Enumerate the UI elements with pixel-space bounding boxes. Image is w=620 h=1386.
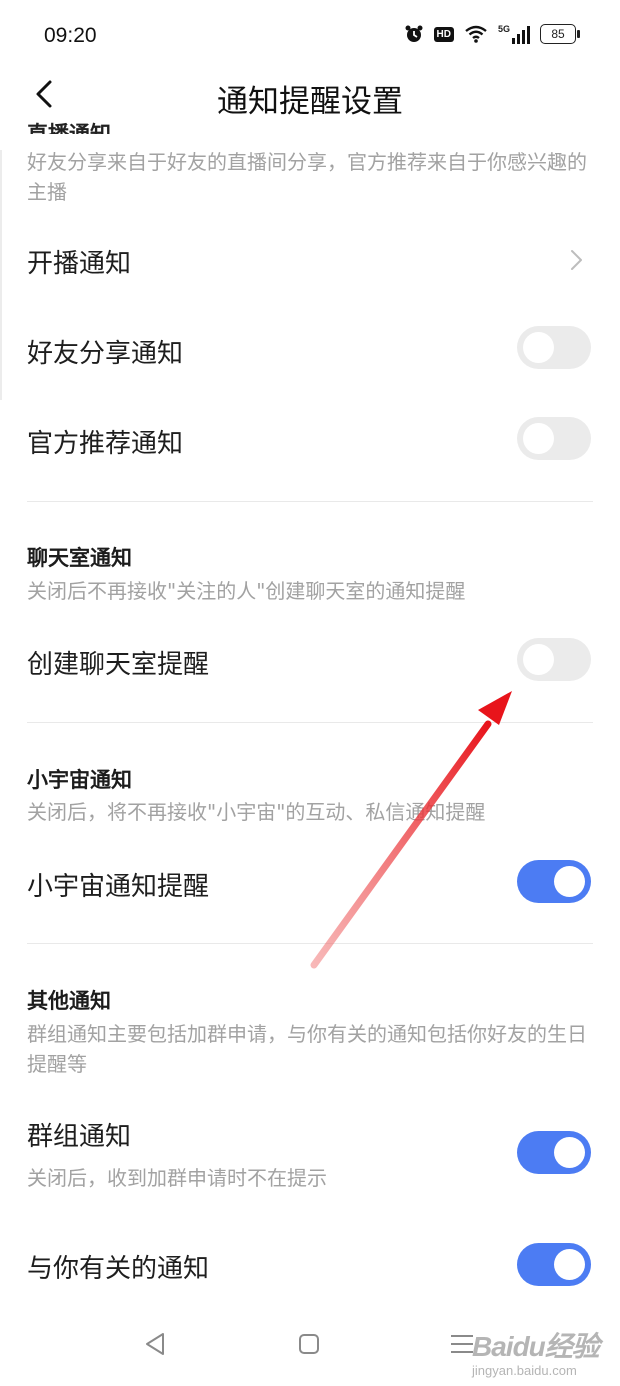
battery-icon: 85	[540, 24, 580, 44]
status-icons: HD 5G 85	[404, 24, 580, 44]
group-notification-toggle[interactable]	[517, 1131, 591, 1174]
group-notification-sublabel: 关闭后，收到加群申请时不在提示	[27, 1166, 327, 1190]
create-chatroom-reminder-label: 创建聊天室提醒	[27, 650, 210, 680]
toggle-knob	[554, 1137, 585, 1168]
related-notification-label: 与你有关的通知	[27, 1254, 210, 1284]
toggle-knob	[554, 866, 585, 897]
scroll-rail	[0, 150, 2, 400]
signal-5g-label: 5G	[497, 24, 510, 34]
other-section-title: 其他通知	[27, 989, 111, 1013]
status-time: 09:20	[44, 24, 97, 47]
alarm-icon	[405, 25, 423, 42]
nav-home-button[interactable]	[287, 1322, 331, 1366]
toggle-knob	[523, 332, 554, 363]
section-divider	[27, 722, 593, 723]
live-section-title: 直播通知	[27, 122, 111, 134]
toggle-knob	[523, 644, 554, 675]
status-bar: 09:20 HD 5G 85	[0, 0, 620, 70]
create-chatroom-toggle[interactable]	[517, 638, 591, 681]
live-section-description: 好友分享来自于好友的直播间分享，官方推荐来自于你感兴趣的主播	[27, 150, 587, 204]
official-recommend-notification-label: 官方推荐通知	[27, 429, 184, 459]
universe-notification-toggle[interactable]	[517, 860, 591, 903]
toggle-knob	[554, 1249, 585, 1280]
live-start-notification-label: 开播通知	[27, 249, 132, 279]
universe-section-title: 小宇宙通知	[27, 768, 132, 792]
friend-share-notification-label: 好友分享通知	[27, 339, 184, 369]
section-divider	[27, 943, 593, 944]
official-recommend-toggle[interactable]	[517, 417, 591, 460]
wifi-icon	[465, 25, 487, 43]
related-notification-toggle[interactable]	[517, 1243, 591, 1286]
universe-section-description: 关闭后，将不再接收"小宇宙"的互动、私信通知提醒	[27, 800, 486, 824]
section-divider	[27, 501, 593, 502]
hd-icon: HD	[433, 26, 454, 42]
watermark-sub: jingyan.baidu.com	[472, 1363, 577, 1378]
chatroom-section-title: 聊天室通知	[27, 546, 132, 570]
chatroom-section-description: 关闭后不再接收"关注的人"创建聊天室的通知提醒	[27, 579, 466, 603]
signal-5g-icon: 5G	[498, 24, 530, 44]
back-triangle-icon	[146, 1333, 164, 1355]
toggle-knob	[523, 423, 554, 454]
other-section-description: 群组通知主要包括加群申请，与你有关的通知包括你好友的生日提醒等	[27, 1022, 587, 1076]
chevron-right-icon[interactable]	[566, 247, 586, 273]
universe-notification-label: 小宇宙通知提醒	[27, 872, 210, 902]
baidu-watermark: Baidu经验 jingyan.baidu.com	[472, 1325, 600, 1378]
friend-share-toggle[interactable]	[517, 326, 591, 369]
home-square-icon	[299, 1334, 319, 1354]
group-notification-label: 群组通知	[27, 1122, 132, 1152]
nav-back-button[interactable]	[134, 1322, 178, 1366]
watermark-main: Baidu经验	[472, 1331, 600, 1362]
